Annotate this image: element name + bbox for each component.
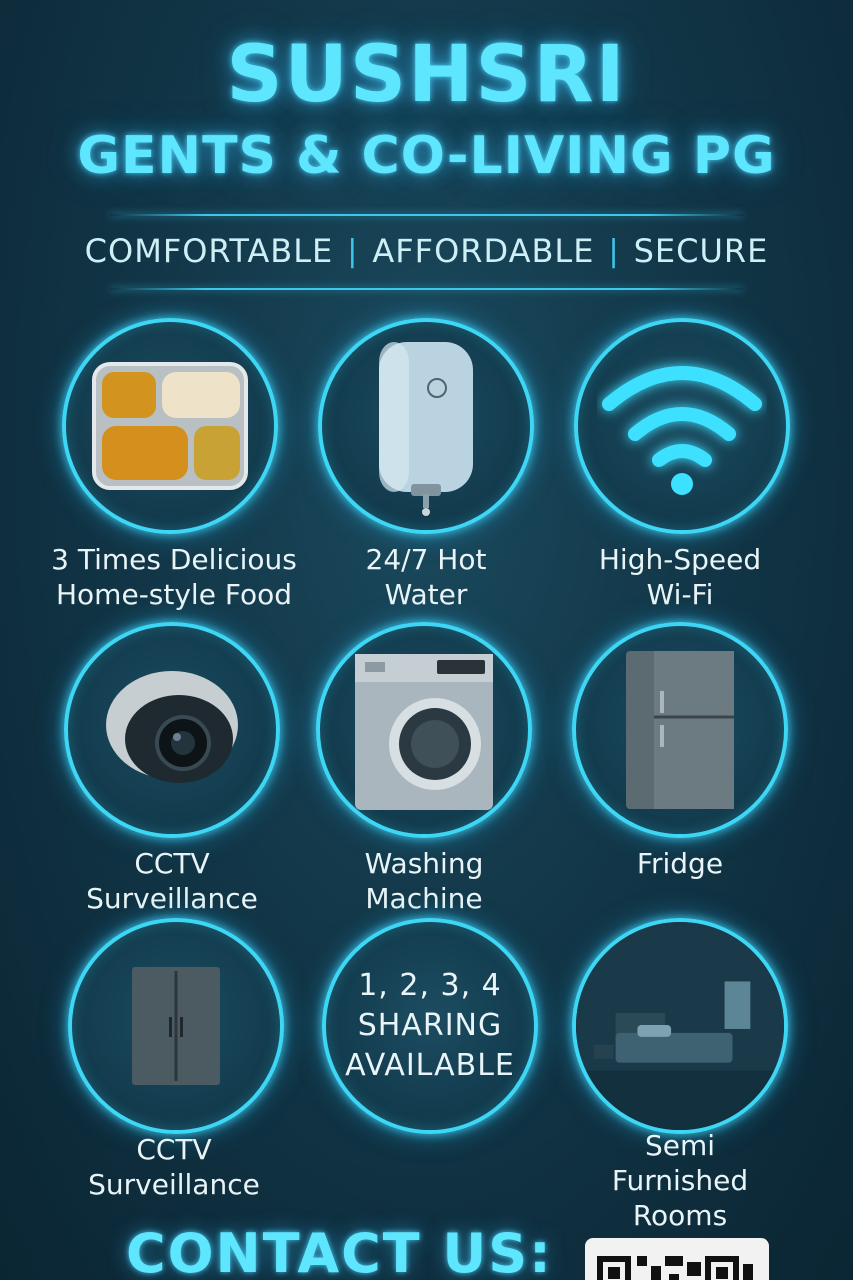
food-thali-icon	[92, 362, 248, 490]
qr-code[interactable]	[585, 1238, 769, 1280]
amenity-washing-circle	[316, 622, 532, 838]
brand-subtitle: GENTS & CO-LIVING PG	[77, 126, 776, 186]
label-line: Home-style Food	[56, 578, 292, 611]
label-line: 3 Times Delicious	[51, 543, 297, 576]
label-line: High-Speed	[598, 543, 762, 576]
label-line: Water	[384, 578, 468, 611]
brand-title: SUSHSRI	[226, 30, 627, 120]
sharing-options: 1, 2, 3, 4	[358, 968, 502, 1003]
amenity-hot-water-label: 24/7 Hot Water	[296, 542, 556, 612]
sharing-info: 1, 2, 3, 4 SHARING AVAILABLE	[345, 966, 515, 1086]
tagline: COMFORTABLE | AFFORDABLE | SECURE	[0, 232, 853, 270]
amenity-wifi-label: High-Speed Wi-Fi	[550, 542, 810, 612]
tagline-secure: SECURE	[633, 232, 769, 270]
amenity-wardrobe-label: CCTV Surveillance	[44, 1132, 304, 1202]
bedroom-icon	[576, 922, 784, 1130]
sharing-word: SHARING	[357, 1008, 503, 1043]
label-line: Surveillance	[88, 1168, 260, 1201]
amenity-hot-water-circle	[318, 318, 534, 534]
amenity-cctv-circle	[64, 622, 280, 838]
amenity-fridge-label: Fridge	[550, 846, 810, 881]
wardrobe-icon	[132, 967, 220, 1085]
amenity-room-label: Semi Furnished Rooms	[550, 1128, 810, 1233]
amenity-cctv-label: CCTV Surveillance	[42, 846, 302, 916]
cctv-camera-icon	[106, 671, 238, 783]
amenity-sharing-circle: 1, 2, 3, 4 SHARING AVAILABLE	[322, 918, 538, 1134]
label-line: CCTV	[134, 847, 210, 880]
divider-top	[110, 214, 743, 216]
divider-bottom	[110, 288, 743, 290]
fridge-icon	[626, 651, 734, 809]
label-line: CCTV	[136, 1133, 212, 1166]
label-line: Semi	[644, 1129, 716, 1162]
label-line: 24/7 Hot	[365, 543, 487, 576]
amenity-washing-label: Washing Machine	[294, 846, 554, 916]
label-line: Rooms	[632, 1199, 728, 1232]
label-line: Machine	[365, 882, 483, 915]
label-line: Surveillance	[86, 882, 258, 915]
amenity-food-circle	[62, 318, 278, 534]
contact-heading: CONTACT US:	[126, 1222, 553, 1280]
wifi-icon	[602, 366, 762, 495]
tagline-separator: |	[347, 233, 359, 269]
qr-code-icon	[597, 1256, 753, 1280]
amenity-wifi-circle	[574, 318, 790, 534]
amenity-wardrobe-circle	[68, 918, 284, 1134]
sharing-available: AVAILABLE	[345, 1048, 515, 1083]
amenity-food-label: 3 Times Delicious Home-style Food	[44, 542, 304, 612]
tagline-comfortable: COMFORTABLE	[84, 232, 334, 270]
label-line: Fridge	[636, 847, 724, 880]
washing-machine-icon	[355, 653, 493, 810]
label-line: Wi-Fi	[646, 578, 714, 611]
water-heater-icon	[379, 342, 473, 516]
label-line: Furnished	[611, 1164, 749, 1197]
tagline-separator: |	[608, 233, 620, 269]
amenity-room-circle	[572, 918, 788, 1134]
tagline-affordable: AFFORDABLE	[372, 232, 595, 270]
amenity-fridge-circle	[572, 622, 788, 838]
label-line: Washing	[364, 847, 484, 880]
